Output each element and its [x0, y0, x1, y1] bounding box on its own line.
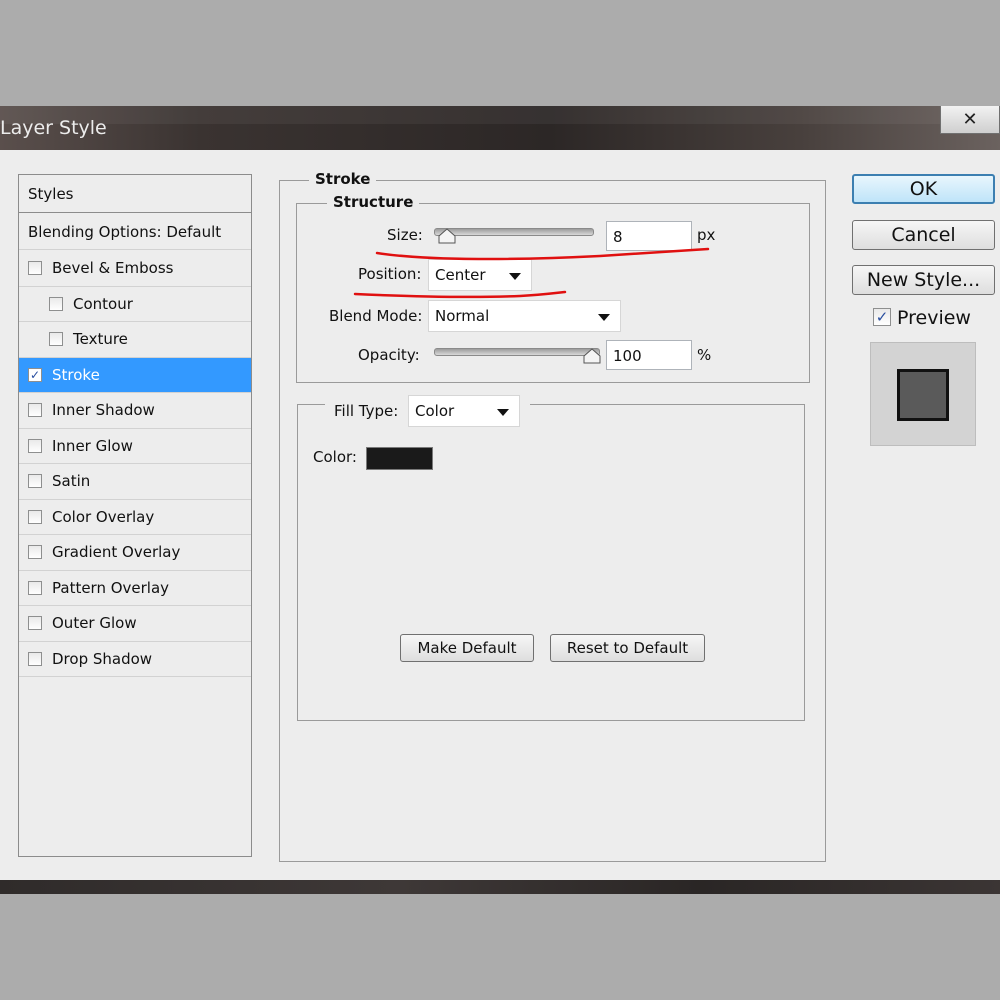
style-item-checkbox[interactable] [28, 509, 42, 524]
style-item-checkbox[interactable] [28, 545, 42, 560]
blend-mode-label: Blend Mode: [329, 307, 423, 325]
style-item-label: Inner Shadow [52, 401, 155, 420]
style-item-checkbox[interactable] [28, 261, 42, 276]
style-item-outer-glow[interactable]: Outer Glow [19, 606, 251, 642]
close-icon: ✕ [962, 109, 978, 130]
style-item-label: Drop Shadow [52, 649, 153, 668]
preview-checkbox[interactable]: ✓ [873, 308, 891, 326]
reset-to-default-label: Reset to Default [566, 639, 689, 657]
color-label: Color: [313, 448, 357, 466]
style-item-label: Color Overlay [52, 507, 155, 526]
opacity-slider-track[interactable] [434, 348, 600, 356]
style-item-stroke[interactable]: ✓ Stroke [19, 357, 251, 393]
size-value: 8 [613, 228, 623, 246]
style-item-label: Bevel & Emboss [52, 259, 174, 278]
size-slider-track[interactable] [434, 228, 594, 236]
style-item-inner-shadow[interactable]: Inner Shadow [19, 393, 251, 429]
opacity-slider-thumb[interactable] [583, 348, 601, 364]
style-item-color-overlay[interactable]: Color Overlay [19, 500, 251, 535]
style-item-drop-shadow[interactable]: Drop Shadow [19, 642, 251, 677]
blending-options-item[interactable]: Blending Options: Default [19, 214, 251, 250]
style-item-label: Texture [73, 330, 128, 349]
position-dropdown[interactable]: Center [428, 259, 532, 291]
opacity-label: Opacity: [358, 346, 420, 364]
style-item-checkbox[interactable] [28, 438, 42, 453]
style-item-checkbox[interactable] [28, 403, 42, 418]
style-item-satin[interactable]: Satin [19, 464, 251, 500]
style-item-checkbox[interactable] [28, 616, 42, 631]
size-input[interactable]: 8 [606, 221, 692, 251]
structure-group-title: Structure [327, 193, 420, 211]
position-label: Position: [358, 265, 422, 283]
opacity-input[interactable]: 100 [606, 340, 692, 370]
stroke-group-title: Stroke [309, 170, 377, 188]
size-slider-thumb[interactable] [438, 228, 456, 244]
preview-label: Preview [897, 307, 971, 329]
title-bar[interactable]: Layer Style ✕ [0, 106, 1000, 150]
fill-type-value: Color [415, 402, 455, 420]
style-item-checkbox[interactable] [28, 580, 42, 595]
style-item-texture[interactable]: Texture [19, 322, 251, 358]
position-value: Center [435, 266, 486, 284]
style-item-label: Pattern Overlay [52, 578, 170, 597]
make-default-button[interactable]: Make Default [400, 634, 534, 662]
styles-list: Styles Blending Options: Default Bevel &… [18, 174, 252, 857]
opacity-value: 100 [613, 347, 642, 365]
style-item-checkbox[interactable] [49, 332, 63, 347]
checkmark-icon: ✓ [29, 367, 41, 382]
new-style-label: New Style... [866, 269, 981, 291]
new-style-button[interactable]: New Style... [852, 265, 995, 295]
blend-mode-value: Normal [435, 307, 490, 325]
size-label: Size: [387, 226, 423, 244]
style-item-checkbox[interactable]: ✓ [28, 367, 42, 382]
cancel-button[interactable]: Cancel [852, 220, 995, 250]
fill-type-dropdown[interactable]: Color [408, 395, 520, 427]
style-item-gradient-overlay[interactable]: Gradient Overlay [19, 535, 251, 571]
style-item-label: Inner Glow [52, 436, 133, 455]
opacity-unit: % [697, 346, 712, 364]
title-bar-shine [0, 106, 1000, 124]
preview-sample-square [897, 369, 949, 421]
reset-to-default-button[interactable]: Reset to Default [550, 634, 705, 662]
styles-header-label: Styles [28, 184, 74, 203]
style-item-checkbox[interactable] [49, 296, 63, 311]
style-item-label: Satin [52, 472, 91, 491]
style-item-pattern-overlay[interactable]: Pattern Overlay [19, 571, 251, 606]
blending-options-label: Blending Options: Default [28, 222, 222, 241]
close-button[interactable]: ✕ [940, 106, 1000, 134]
make-default-label: Make Default [417, 639, 517, 657]
color-swatch[interactable] [366, 447, 433, 470]
style-preview [870, 342, 976, 446]
style-item-checkbox[interactable] [28, 474, 42, 489]
styles-header[interactable]: Styles [19, 175, 251, 213]
style-item-contour[interactable]: Contour [19, 287, 251, 322]
blend-mode-dropdown[interactable]: Normal [428, 300, 621, 332]
bottom-strip [0, 880, 1000, 894]
chevron-down-icon [598, 314, 610, 321]
style-item-inner-glow[interactable]: Inner Glow [19, 429, 251, 464]
style-item-label: Contour [73, 294, 133, 313]
size-unit: px [697, 226, 716, 244]
chevron-down-icon [509, 273, 521, 280]
style-item-checkbox[interactable] [28, 651, 42, 666]
chevron-down-icon [497, 409, 509, 416]
window-title: Layer Style [0, 117, 107, 139]
cancel-label: Cancel [891, 224, 956, 246]
style-item-bevel-emboss[interactable]: Bevel & Emboss [19, 251, 251, 287]
checkmark-icon: ✓ [875, 308, 889, 326]
ok-button[interactable]: OK [852, 174, 995, 204]
ok-label: OK [909, 178, 938, 200]
style-item-label: Gradient Overlay [52, 543, 181, 562]
layer-style-dialog: Layer Style ✕ Styles Blending Options: D… [0, 106, 1000, 894]
style-item-label: Outer Glow [52, 614, 137, 633]
fill-type-label: Fill Type: [334, 402, 399, 420]
style-item-label: Stroke [52, 365, 100, 384]
